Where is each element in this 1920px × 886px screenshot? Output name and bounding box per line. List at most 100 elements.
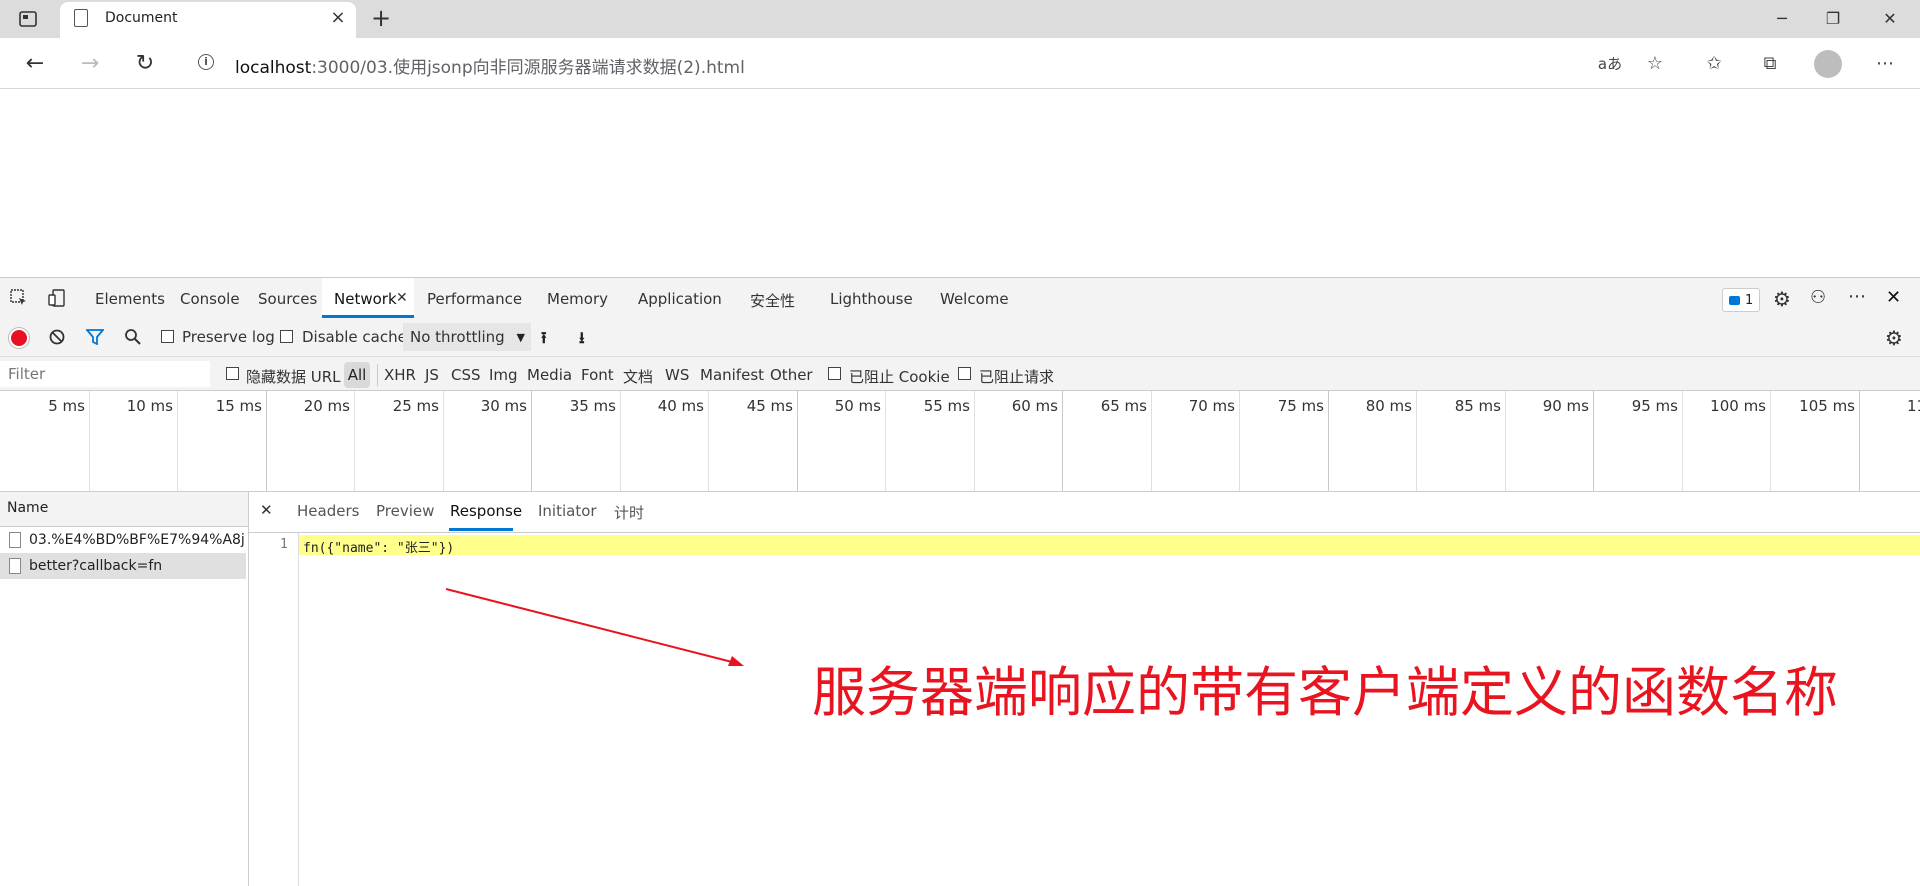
blocked-requests-checkbox[interactable]: [958, 367, 971, 380]
url-text[interactable]: localhost:3000/03.使用jsonp向非同源服务器端请求数据(2)…: [235, 53, 745, 78]
tab-security[interactable]: 安全性: [750, 290, 795, 311]
close-window-icon[interactable]: ✕: [1870, 6, 1910, 32]
preserve-log-checkbox[interactable]: [161, 330, 174, 343]
timeline-tick-label: 45 ms: [746, 397, 793, 415]
tab-lighthouse[interactable]: Lighthouse: [830, 290, 913, 308]
tab-performance[interactable]: Performance: [427, 290, 522, 308]
timeline-gridline: [1416, 391, 1417, 491]
tab-network[interactable]: Network: [334, 290, 397, 308]
settings-gear-icon[interactable]: ⚙: [1773, 287, 1791, 311]
filter-type-js[interactable]: JS: [425, 366, 439, 384]
clear-icon[interactable]: [49, 329, 65, 345]
filter-type-media[interactable]: Media: [527, 366, 572, 384]
divider: [377, 364, 378, 386]
filter-type-ws[interactable]: WS: [665, 366, 689, 384]
tab-response[interactable]: Response: [450, 502, 522, 520]
restore-icon[interactable]: ❐: [1813, 6, 1853, 32]
tab-welcome[interactable]: Welcome: [940, 290, 1009, 308]
timeline-gridline: [620, 391, 621, 491]
request-row[interactable]: 03.%E4%BD%BF%E7%94%A8j...: [0, 527, 248, 553]
device-toolbar-icon[interactable]: [48, 289, 66, 307]
inspect-element-icon[interactable]: [10, 289, 28, 307]
new-tab-icon[interactable]: +: [368, 6, 394, 32]
tab-title: Document: [105, 10, 178, 26]
more-menu-icon[interactable]: ⋯: [1872, 52, 1898, 76]
more-tools-icon[interactable]: ⋯: [1848, 286, 1866, 307]
timeline-tick-label: 80 ms: [1365, 397, 1412, 415]
record-icon[interactable]: [11, 330, 27, 346]
request-name: 03.%E4%BD%BF%E7%94%A8j...: [29, 532, 244, 548]
timeline-tick-label: 70 ms: [1188, 397, 1235, 415]
tab-timing[interactable]: 计时: [614, 502, 644, 523]
timeline-gridline: [1859, 391, 1860, 491]
tab-console[interactable]: Console: [180, 290, 240, 308]
filter-icon[interactable]: [85, 329, 105, 346]
export-har-icon[interactable]: ⭳: [579, 327, 585, 354]
collections-icon[interactable]: ⧉: [1757, 52, 1783, 76]
name-column-header[interactable]: Name: [7, 500, 48, 516]
filter-type-css[interactable]: CSS: [451, 366, 481, 384]
timeline-gridline: [1151, 391, 1152, 491]
response-code[interactable]: fn({"name": "张三"}): [303, 537, 454, 556]
tab-headers[interactable]: Headers: [297, 502, 359, 520]
forward-icon[interactable]: →: [76, 50, 104, 78]
timeline-tick-label: 85 ms: [1454, 397, 1501, 415]
refresh-icon[interactable]: ↻: [131, 50, 159, 78]
timeline-gridline: [708, 391, 709, 491]
timeline-tick-label: 40 ms: [657, 397, 704, 415]
tab-actions-icon[interactable]: [18, 9, 38, 29]
throttling-select[interactable]: No throttling ▼: [403, 323, 531, 351]
timeline-tick-label: 100 ms: [1710, 397, 1766, 415]
blocked-cookies-checkbox[interactable]: [828, 367, 841, 380]
timeline-tick-label: 25 ms: [392, 397, 439, 415]
timeline-gridline: [89, 391, 90, 491]
timeline-gridline: [1062, 391, 1063, 491]
back-icon[interactable]: ←: [21, 50, 49, 78]
timeline-tick-label: 30 ms: [480, 397, 527, 415]
hide-data-urls-checkbox[interactable]: [226, 367, 239, 380]
tab-response-underline: [449, 528, 513, 531]
tab-elements[interactable]: Elements: [95, 290, 165, 308]
timeline-gridline: [1682, 391, 1683, 491]
filter-type-all[interactable]: All: [344, 362, 370, 388]
timeline-tick-label: 10 ms: [126, 397, 173, 415]
tab-sources[interactable]: Sources: [258, 290, 317, 308]
minimize-icon[interactable]: ─: [1762, 6, 1802, 32]
tab-initiator[interactable]: Initiator: [538, 502, 597, 520]
blocked-cookies-label: 已阻止 Cookie: [849, 368, 950, 386]
request-row-selected[interactable]: better?callback=fn: [0, 553, 246, 579]
close-tab-icon[interactable]: ×: [328, 8, 348, 28]
timeline-tick-label: 35 ms: [569, 397, 616, 415]
timeline-tick-label: 15 ms: [215, 397, 262, 415]
close-network-tab-icon[interactable]: ✕: [396, 290, 408, 306]
filter-type-xhr[interactable]: XHR: [384, 366, 416, 384]
filter-type-img[interactable]: Img: [489, 366, 518, 384]
import-har-icon[interactable]: ⭱: [541, 327, 547, 354]
customize-icon[interactable]: ⚇: [1810, 287, 1826, 308]
tab-application[interactable]: Application: [638, 290, 722, 308]
favorites-icon[interactable]: ✩: [1701, 52, 1727, 76]
close-devtools-icon[interactable]: ✕: [1886, 287, 1901, 308]
profile-avatar[interactable]: [1814, 50, 1842, 78]
filter-type-manifest[interactable]: Manifest: [700, 366, 764, 384]
timeline-tick-label: 20 ms: [303, 397, 350, 415]
timeline-gridline: [354, 391, 355, 491]
timeline-tick-label: 110: [1907, 397, 1920, 415]
filter-type-font[interactable]: Font: [581, 366, 614, 384]
read-aloud-icon[interactable]: aあ: [1597, 52, 1623, 76]
tab-memory[interactable]: Memory: [547, 290, 608, 308]
filter-type-other[interactable]: Other: [770, 366, 813, 384]
timeline-tick-label: 95 ms: [1631, 397, 1678, 415]
disable-cache-checkbox[interactable]: [280, 330, 293, 343]
filter-type-doc[interactable]: 文档: [623, 366, 653, 387]
network-settings-icon[interactable]: ⚙: [1885, 326, 1903, 350]
search-icon[interactable]: [124, 328, 142, 346]
chevron-down-icon: ▼: [516, 330, 525, 344]
issues-badge[interactable]: 1: [1722, 288, 1761, 312]
site-info-icon[interactable]: i: [198, 54, 214, 70]
timeline-gridline: [1593, 391, 1594, 491]
close-detail-icon[interactable]: ✕: [260, 501, 273, 519]
tab-preview[interactable]: Preview: [376, 502, 434, 520]
add-favorite-icon[interactable]: ☆: [1642, 52, 1668, 76]
filter-input[interactable]: Filter: [0, 361, 210, 387]
